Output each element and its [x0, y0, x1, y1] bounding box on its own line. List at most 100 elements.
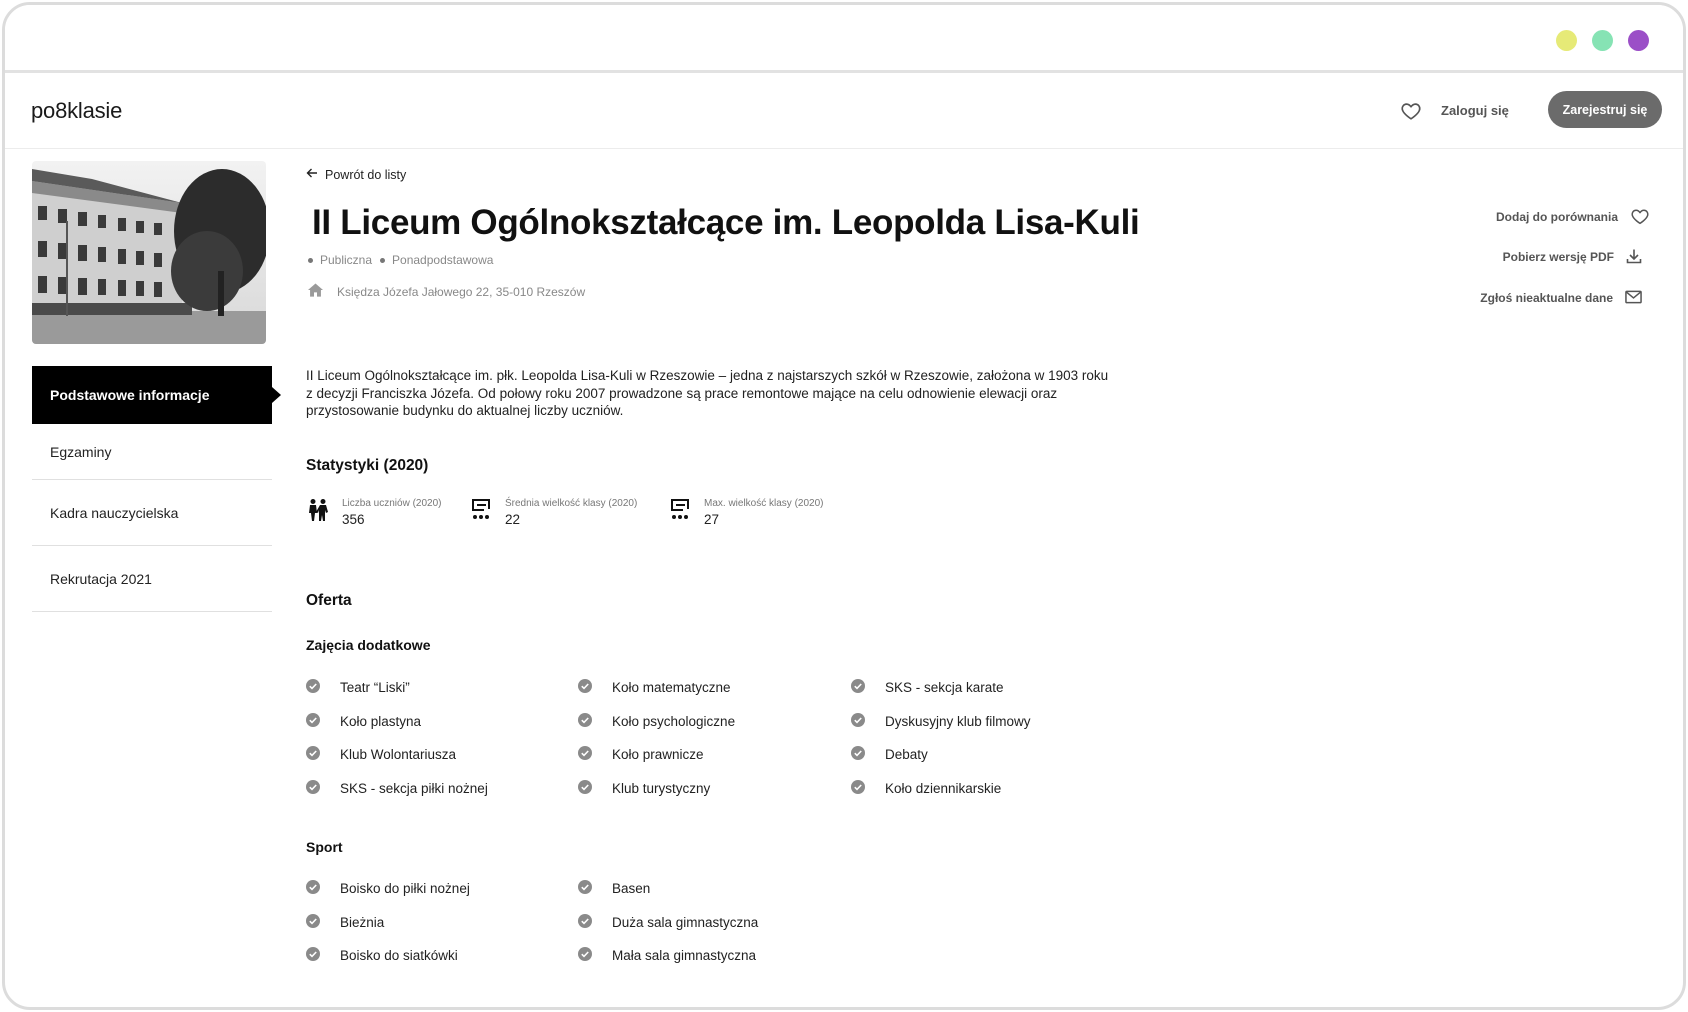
offer-item-label: Debaty [885, 747, 928, 762]
check-circle-icon [578, 913, 592, 931]
offer-item-label: Koło psychologiczne [612, 713, 736, 729]
window-dot-yellow[interactable] [1556, 30, 1577, 51]
nav-item-basic-info[interactable]: Podstawowe informacje [32, 366, 281, 424]
offer-item: Klub Wolontariusza [306, 746, 456, 763]
stat-max-class-size: Max. wielkość klasy (2020) 27 [670, 498, 823, 527]
offer-item: Duża sala gimnastyczna [578, 913, 759, 931]
check-circle-icon [306, 712, 320, 730]
tag-public: Publiczna [320, 253, 373, 267]
stat-value: 356 [342, 512, 365, 527]
tag-bullet [380, 257, 386, 263]
check-circle-icon [306, 779, 320, 797]
offer-item-label: Koło prawnicze [612, 747, 704, 762]
offer-item: Koło plastyna [306, 712, 422, 730]
offer-item: SKS - sekcja karate [851, 679, 1004, 696]
offer-item-label: Duża sala gimnastyczna [612, 914, 759, 930]
stat-label: Średnia wielkość klasy (2020) [505, 498, 638, 509]
stat-label: Liczba uczniów (2020) [342, 498, 442, 509]
window-titlebar [5, 5, 1683, 73]
download-icon [1626, 248, 1642, 267]
check-circle-icon [851, 779, 865, 797]
window-dot-purple[interactable] [1628, 30, 1649, 51]
sport-heading: Sport [306, 839, 343, 855]
report-outdated-action[interactable]: Zgłoś nieaktualne dane [1480, 288, 1642, 308]
offer-item-label: Mała sala gimnastyczna [612, 948, 757, 963]
classroom-icon [471, 498, 493, 527]
offer-item-label: Koło dziennikarskie [885, 780, 1002, 796]
offer-item: Koło psychologiczne [578, 712, 736, 730]
offer-item-label: Boisko do siatkówki [340, 948, 458, 963]
offer-item-label: Koło plastyna [340, 713, 422, 729]
check-circle-icon [851, 746, 865, 763]
offer-item: Koło dziennikarskie [851, 779, 1002, 797]
check-circle-icon [851, 679, 865, 696]
compare-action[interactable]: Dodaj do porównania [1496, 207, 1650, 227]
offer-item-label: Boisko do piłki nożnej [340, 881, 470, 896]
offer-item: Debaty [851, 746, 928, 763]
check-circle-icon [306, 880, 320, 897]
site-logo[interactable]: po8klasie [31, 98, 122, 124]
check-circle-icon [851, 712, 865, 730]
school-photo [32, 161, 266, 344]
address-text: Księdza Józefa Jałowego 22, 35-010 Rzesz… [337, 284, 586, 299]
download-pdf-action[interactable]: Pobierz wersję PDF [1503, 247, 1642, 267]
offer-item-label: Dyskusyjny klub filmowy [885, 713, 1031, 729]
favorites-heart-icon[interactable] [1400, 100, 1422, 122]
arrow-left-icon [306, 167, 318, 182]
register-button[interactable]: Zarejestruj się [1548, 91, 1662, 128]
offer-item-label: Klub turystyczny [612, 780, 711, 796]
stat-avg-class-size: Średnia wielkość klasy (2020) 22 [471, 498, 637, 527]
back-label: Powrót do listy [325, 167, 407, 182]
stat-value: 22 [505, 512, 521, 527]
check-circle-icon [578, 679, 592, 696]
offer-item: Boisko do piłki nożnej [306, 880, 470, 897]
back-to-list-link[interactable]: Powrót do listy [306, 167, 406, 182]
check-circle-icon [578, 880, 592, 897]
check-circle-icon [306, 913, 320, 931]
offer-item-label: SKS - sekcja karate [885, 680, 1004, 695]
offer-heading: Oferta [306, 592, 352, 609]
nav-item-exams[interactable]: Egzaminy [32, 424, 272, 480]
check-circle-icon [578, 746, 592, 763]
check-circle-icon [306, 679, 320, 696]
offer-item: Koło matematyczne [578, 679, 731, 696]
top-navbar: po8klasie Zaloguj się Zarejestruj się [5, 76, 1683, 149]
stat-value: 27 [704, 512, 720, 527]
offer-item: Klub turystyczny [578, 779, 711, 797]
offer-item: Mała sala gimnastyczna [578, 947, 756, 964]
window-dot-green[interactable] [1592, 30, 1613, 51]
stats-heading: Statystyki (2020) [306, 457, 429, 474]
check-circle-icon [578, 947, 592, 964]
offer-item-label: Koło matematyczne [612, 680, 731, 695]
offer-item: Boisko do siatkówki [306, 947, 458, 964]
stat-label: Max. wielkość klasy (2020) [704, 498, 824, 509]
tag-bullet [308, 257, 313, 263]
check-circle-icon [578, 779, 592, 797]
nav-item-recruitment[interactable]: Rekrutacja 2021 [32, 546, 272, 612]
check-circle-icon [578, 712, 592, 730]
mail-icon [1625, 290, 1642, 307]
login-link[interactable]: Zaloguj się [1441, 103, 1509, 118]
offer-item-label: Bieżnia [340, 914, 385, 930]
school-name: II Liceum Ogólnokształcące im. Leopolda … [312, 203, 1140, 242]
offer-item-label: Basen [612, 881, 651, 896]
check-circle-icon [306, 947, 320, 964]
offer-item-label: SKS - sekcja piłki nożnej [340, 780, 488, 796]
tag-secondary: Ponadpodstawowa [392, 253, 494, 267]
nav-item-teachers[interactable]: Kadra nauczycielska [32, 480, 272, 546]
heart-icon [1630, 207, 1650, 228]
offer-item: Koło prawnicze [578, 746, 704, 763]
extra-activities-heading: Zajęcia dodatkowe [306, 637, 431, 653]
school-address: Księdza Józefa Jałowego 22, 35-010 Rzesz… [308, 283, 585, 300]
offer-item: Dyskusyjny klub filmowy [851, 712, 1031, 730]
offer-item: SKS - sekcja piłki nożnej [306, 779, 488, 797]
pdf-label: Pobierz wersję PDF [1502, 250, 1614, 264]
school-tags: Publiczna Ponadpodstawowa [308, 253, 501, 267]
report-label: Zgłoś nieaktualne dane [1480, 291, 1613, 305]
school-description: II Liceum Ogólnokształcące im. płk. Leop… [306, 368, 1109, 418]
home-icon [308, 283, 323, 300]
stat-students: Liczba uczniów (2020) 356 [306, 498, 442, 527]
offer-item: Basen [578, 880, 650, 897]
students-icon [306, 498, 330, 527]
offer-item: Teatr “Liski” [306, 679, 410, 696]
